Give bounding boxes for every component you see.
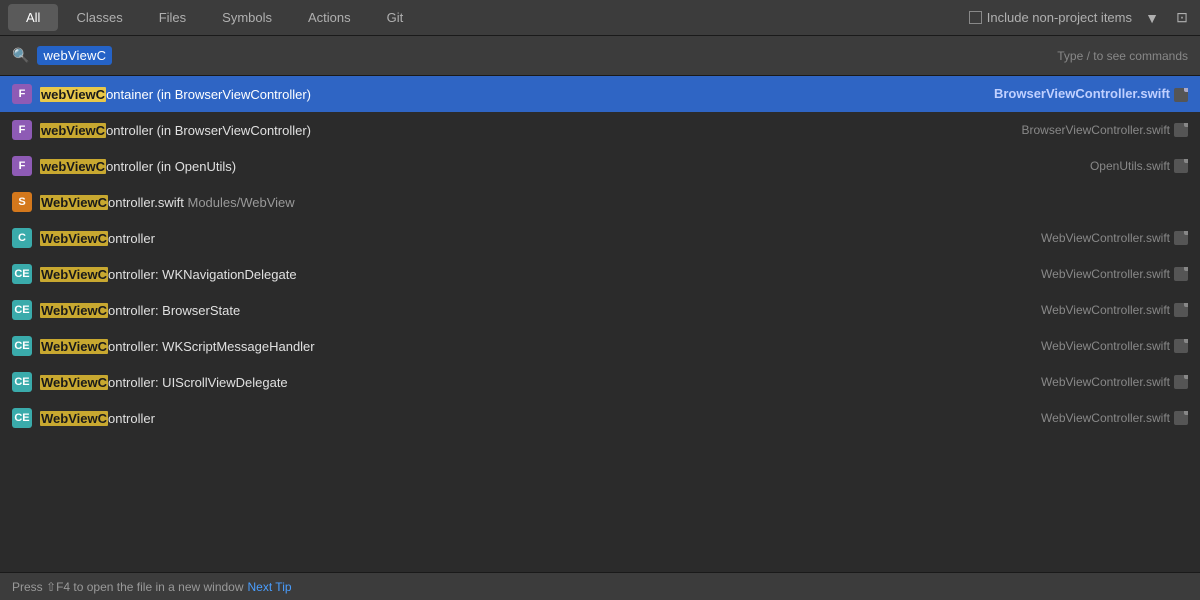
result-file: WebViewController.swift <box>1041 411 1188 426</box>
result-file: WebViewController.swift <box>1041 339 1188 354</box>
result-name: WebViewController <box>40 231 1025 246</box>
result-name: WebViewController: WKNavigationDelegate <box>40 267 1025 282</box>
name-highlight: WebViewC <box>40 339 108 354</box>
name-suffix: ontroller: BrowserState <box>108 303 240 318</box>
name-highlight: WebViewC <box>40 195 108 210</box>
name-suffix: ontroller <box>108 231 155 246</box>
tab-all[interactable]: All <box>8 4 58 31</box>
results-list: FwebViewContainer (in BrowserViewControl… <box>0 76 1200 572</box>
file-icon <box>1174 411 1188 425</box>
search-input[interactable]: webViewC <box>43 48 106 63</box>
search-icon: 🔍 <box>12 47 29 64</box>
result-icon: F <box>12 156 32 176</box>
result-row[interactable]: FwebViewController (in OpenUtils) OpenUti… <box>0 148 1200 184</box>
name-suffix: ontroller (in OpenUtils) <box>106 159 236 174</box>
next-tip-button[interactable]: Next Tip <box>248 580 292 594</box>
result-name: WebViewController: BrowserState <box>40 303 1025 318</box>
result-file: BrowserViewController.swift <box>994 86 1188 102</box>
main-container: All Classes Files Symbols Actions Git In… <box>0 0 1200 600</box>
result-name: webViewContainer (in BrowserViewControll… <box>40 87 978 102</box>
name-highlight: webViewC <box>40 159 106 174</box>
result-row[interactable]: FwebViewContainer (in BrowserViewControl… <box>0 76 1200 112</box>
file-icon <box>1174 159 1188 173</box>
include-non-project-checkbox[interactable]: Include non-project items <box>969 10 1132 25</box>
tab-bar: All Classes Files Symbols Actions Git In… <box>0 0 1200 36</box>
file-icon <box>1174 303 1188 317</box>
result-name: WebViewController <box>40 411 1025 426</box>
tab-files[interactable]: Files <box>141 4 204 31</box>
name-highlight: WebViewC <box>40 411 108 426</box>
result-name: webViewController (in OpenUtils) <box>40 159 1074 174</box>
result-row[interactable]: C WebViewController WebViewController.swif… <box>0 220 1200 256</box>
name-highlight: webViewC <box>40 87 106 102</box>
name-suffix: ontroller: WKNavigationDelegate <box>108 267 297 282</box>
file-icon <box>1174 123 1188 137</box>
name-highlight: WebViewC <box>40 231 108 246</box>
file-icon <box>1174 267 1188 281</box>
file-icon <box>1174 339 1188 353</box>
name-suffix: ontainer (in BrowserViewController) <box>106 87 311 102</box>
file-icon <box>1174 375 1188 389</box>
tab-actions[interactable]: Actions <box>290 4 369 31</box>
result-icon: F <box>12 120 32 140</box>
result-row[interactable]: CEWebViewController: BrowserStateWebView… <box>0 292 1200 328</box>
status-bar: Press ⇧F4 to open the file in a new wind… <box>0 572 1200 600</box>
file-icon <box>1174 88 1188 102</box>
tab-git[interactable]: Git <box>369 4 422 31</box>
search-bar: 🔍 webViewC Type / to see commands <box>0 36 1200 76</box>
result-row[interactable]: CE WebViewController: WKScriptMessageHand… <box>0 328 1200 364</box>
name-suffix: ontroller.swift <box>108 195 184 210</box>
result-row[interactable]: FwebViewController (in BrowserViewContro… <box>0 112 1200 148</box>
file-icon <box>1174 231 1188 245</box>
name-suffix: ontroller (in BrowserViewController) <box>106 123 311 138</box>
result-icon: CE <box>12 336 32 356</box>
name-highlight: WebViewC <box>40 375 108 390</box>
tab-classes[interactable]: Classes <box>58 4 140 31</box>
result-row[interactable]: CE WebViewController: UIScrollViewDelegat… <box>0 364 1200 400</box>
result-row[interactable]: CE WebViewController: WKNavigationDelegat… <box>0 256 1200 292</box>
result-name: WebViewController: WKScriptMessageHandle… <box>40 339 1025 354</box>
result-name: WebViewController: UIScrollViewDelegate <box>40 375 1025 390</box>
result-icon: CE <box>12 300 32 320</box>
result-icon: CE <box>12 408 32 428</box>
filter-icon[interactable]: ▼ <box>1142 8 1162 28</box>
result-icon: F <box>12 84 32 104</box>
result-icon: S <box>12 192 32 212</box>
name-suffix: ontroller <box>108 411 155 426</box>
result-file: WebViewController.swift <box>1041 375 1188 390</box>
result-file: BrowserViewController.swift <box>1022 123 1189 138</box>
search-input-highlight[interactable]: webViewC <box>37 46 112 65</box>
name-highlight: webViewC <box>40 123 106 138</box>
tip-text: Press ⇧F4 to open the file in a new wind… <box>12 580 244 594</box>
search-hint: Type / to see commands <box>1057 49 1188 63</box>
result-icon: CE <box>12 264 32 284</box>
result-icon: CE <box>12 372 32 392</box>
result-icon: C <box>12 228 32 248</box>
name-secondary: Modules/WebView <box>187 195 294 210</box>
include-non-project-label: Include non-project items <box>987 10 1132 25</box>
name-suffix: ontroller: WKScriptMessageHandler <box>108 339 315 354</box>
result-file: WebViewController.swift <box>1041 303 1188 318</box>
name-suffix: ontroller: UIScrollViewDelegate <box>108 375 288 390</box>
result-name: WebViewController.swift Modules/WebView <box>40 195 1188 210</box>
result-file: WebViewController.swift <box>1041 231 1188 246</box>
layout-icon[interactable]: ⊡ <box>1172 8 1192 28</box>
checkbox-box[interactable] <box>969 11 982 24</box>
name-highlight: WebViewC <box>40 267 108 282</box>
result-file: OpenUtils.swift <box>1090 159 1188 174</box>
result-name: webViewController (in BrowserViewControl… <box>40 123 1006 138</box>
tab-right-controls: Include non-project items ▼ ⊡ <box>969 8 1192 28</box>
result-row[interactable]: CE WebViewController WebViewController.swi… <box>0 400 1200 436</box>
result-file: WebViewController.swift <box>1041 267 1188 282</box>
tab-symbols[interactable]: Symbols <box>204 4 290 31</box>
result-row[interactable]: S WebViewController.swift Modules/WebView <box>0 184 1200 220</box>
name-highlight: WebViewC <box>40 303 108 318</box>
